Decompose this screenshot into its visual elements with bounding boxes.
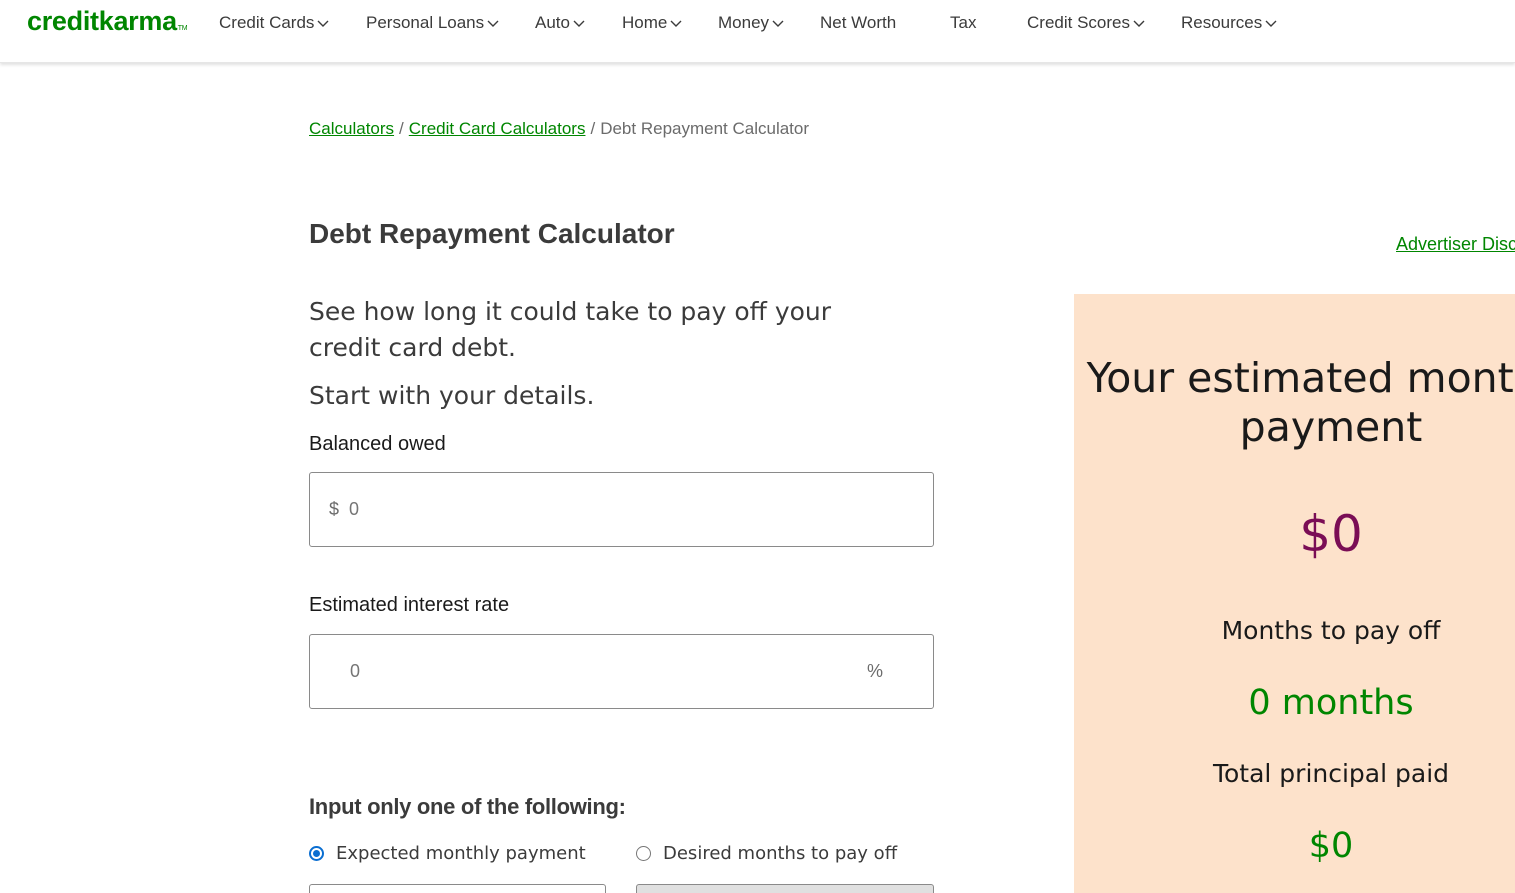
radio-label: Expected monthly payment [336,843,586,864]
breadcrumb-separator: / [399,119,404,138]
balance-field[interactable]: $ [309,472,934,547]
nav-label: Tax [950,13,977,32]
monthly-payment-input[interactable] [309,884,606,893]
nav-tax[interactable]: Tax [950,13,976,33]
nav-credit-cards[interactable]: Credit Cards [219,13,330,33]
nav-label: Credit Cards [219,13,315,32]
nav-credit-scores[interactable]: Credit Scores [1027,13,1146,33]
logo-trademark: TM [177,25,188,32]
percent-suffix: % [866,661,883,681]
interest-rate-label: Estimated interest rate [309,594,510,616]
option-desired-months[interactable]: Desired months to pay off [636,843,897,864]
chevron-down-icon [316,16,330,30]
dollar-prefix: $ [329,499,340,519]
balance-label: Balanced owed [309,433,446,455]
nav-label: Auto [535,13,570,32]
result-title: Your estimated monthly payment [1086,354,1515,451]
chevron-down-icon [1132,16,1146,30]
balance-input[interactable] [349,499,830,520]
chevron-down-icon [572,16,586,30]
chevron-down-icon [486,16,500,30]
breadcrumb-link-calculators[interactable]: Calculators [309,119,394,138]
nav-home[interactable]: Home [622,13,683,33]
option-expected-monthly-payment[interactable]: Expected monthly payment [309,843,586,864]
interest-rate-field[interactable]: % [309,634,934,709]
nav-label: Resources [1181,13,1263,32]
total-principal-label: Total principal paid [1212,759,1450,788]
intro-subtext: Start with your details. [309,381,595,410]
creditkarma-logo[interactable]: creditkarmaTM [27,6,188,37]
months-to-pay-off-value: 0 months [1248,683,1414,723]
intro-text: See how long it could take to pay off yo… [309,297,832,362]
page-title: Debt Repayment Calculator [309,218,675,249]
logo-text: creditkarma [27,6,177,36]
total-principal-value: $0 [1308,826,1354,866]
breadcrumb-separator: / [590,119,596,138]
nav-resources[interactable]: Resources [1181,13,1278,33]
breadcrumb-link-credit-card-calculators[interactable]: Credit Card Calculators [409,119,586,138]
nav-label: Personal Loans [366,13,485,32]
nav-money[interactable]: Money [718,13,785,33]
advertiser-disclosure-link[interactable]: Advertiser Disclosure [1396,234,1515,255]
input-choice-heading: Input only one of the following: [309,794,626,819]
chevron-down-icon [669,16,683,30]
interest-rate-input[interactable] [350,661,830,682]
radio-button[interactable] [636,846,651,861]
nav-label: Credit Scores [1027,13,1130,32]
months-to-pay-off-label: Months to pay off [1221,616,1441,645]
top-nav-bar: creditkarmaTM Credit Cards Personal Loan… [0,0,1515,63]
nav-personal-loans[interactable]: Personal Loans [366,13,500,33]
estimated-payment-value: $0 [1299,505,1363,563]
nav-label: Net Worth [820,13,897,32]
breadcrumb-current: Debt Repayment Calculator [600,119,810,138]
breadcrumb: Calculators / Credit Card Calculators / Debt… [309,119,809,139]
nav-label: Home [622,13,668,32]
chevron-down-icon [771,16,785,30]
chevron-down-icon [1264,16,1278,30]
radio-button-checked[interactable] [309,846,324,861]
months-input-disabled [636,884,934,893]
nav-label: Money [718,13,770,32]
nav-auto[interactable]: Auto [535,13,586,33]
nav-net-worth[interactable]: Net Worth [820,13,896,33]
radio-label: Desired months to pay off [663,843,898,864]
